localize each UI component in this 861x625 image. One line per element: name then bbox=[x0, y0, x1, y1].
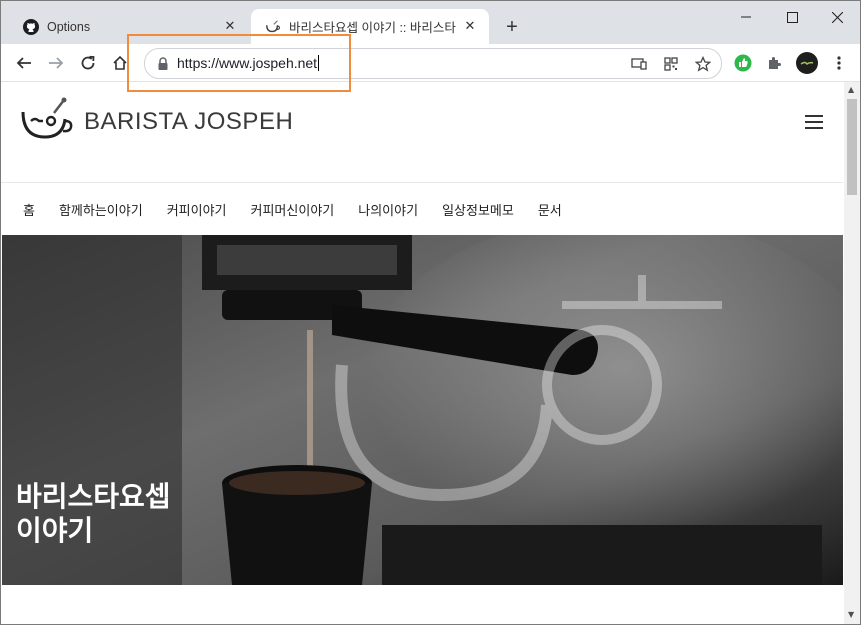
hamburger-menu-icon[interactable] bbox=[805, 115, 823, 129]
nav-item-together[interactable]: 함께하는이야기 bbox=[59, 200, 143, 219]
qr-code-icon[interactable] bbox=[662, 55, 680, 73]
minimize-icon[interactable] bbox=[723, 1, 769, 33]
maximize-icon[interactable] bbox=[769, 1, 815, 33]
profile-avatar-icon[interactable] bbox=[793, 49, 821, 77]
close-tab-icon[interactable]: ✕ bbox=[221, 18, 239, 36]
hero-title: 바리스타요셉 이야기 bbox=[16, 480, 171, 548]
scroll-down-arrow-icon[interactable]: ▼ bbox=[848, 610, 854, 619]
kebab-menu-icon[interactable] bbox=[825, 49, 853, 77]
close-tab-icon[interactable]: ✕ bbox=[461, 18, 479, 36]
new-tab-icon[interactable]: + bbox=[501, 16, 523, 38]
site-header: BARISTA JOSPEH bbox=[1, 82, 843, 183]
scroll-up-arrow-icon[interactable]: ▲ bbox=[848, 85, 854, 94]
nav-item-coffee-machine[interactable]: 커피머신이야기 bbox=[251, 200, 335, 219]
site-logo-text[interactable]: BARISTA JOSPEH bbox=[84, 108, 293, 136]
tab-title: Options bbox=[47, 19, 91, 34]
hero-banner: 바리스타요셉 이야기 bbox=[2, 235, 843, 585]
cast-icon[interactable] bbox=[630, 55, 648, 73]
nav-item-documents[interactable]: 문서 bbox=[538, 200, 562, 219]
address-bar-highlight-box bbox=[127, 34, 351, 92]
nav-item-home[interactable]: 홈 bbox=[23, 200, 35, 219]
nav-item-coffee[interactable]: 커피이야기 bbox=[167, 200, 227, 219]
puzzle-extensions-icon[interactable] bbox=[761, 49, 789, 77]
bookmark-star-icon[interactable] bbox=[694, 55, 712, 73]
forward-arrow-icon[interactable] bbox=[42, 49, 70, 77]
github-icon bbox=[23, 18, 39, 35]
coffee-logo-icon bbox=[265, 19, 281, 35]
reload-icon[interactable] bbox=[74, 49, 102, 77]
page-content: BARISTA JOSPEH 홈 함께하는이야기 커피이야기 커피머신이야기 나… bbox=[1, 82, 843, 624]
green-extension-icon[interactable] bbox=[729, 49, 757, 77]
browser-window: Options ✕ 바리스타요셉 이야기 :: 바리스타 ✕ + https:/… bbox=[0, 0, 861, 625]
vertical-scrollbar[interactable]: ▲ ▼ bbox=[844, 82, 860, 624]
hero-title-line2: 이야기 bbox=[16, 514, 94, 547]
nav-item-my-story[interactable]: 나의이야기 bbox=[358, 200, 418, 219]
nav-item-daily-memo[interactable]: 일상정보메모 bbox=[442, 200, 514, 219]
main-nav: 홈 함께하는이야기 커피이야기 커피머신이야기 나의이야기 일상정보메모 문서 bbox=[1, 183, 843, 235]
hero-title-line1: 바리스타요셉 bbox=[16, 480, 171, 513]
close-window-icon[interactable] bbox=[814, 1, 860, 33]
back-arrow-icon[interactable] bbox=[10, 49, 38, 77]
scrollbar-thumb[interactable] bbox=[847, 99, 857, 195]
coffee-cup-logo-icon[interactable] bbox=[21, 97, 73, 145]
